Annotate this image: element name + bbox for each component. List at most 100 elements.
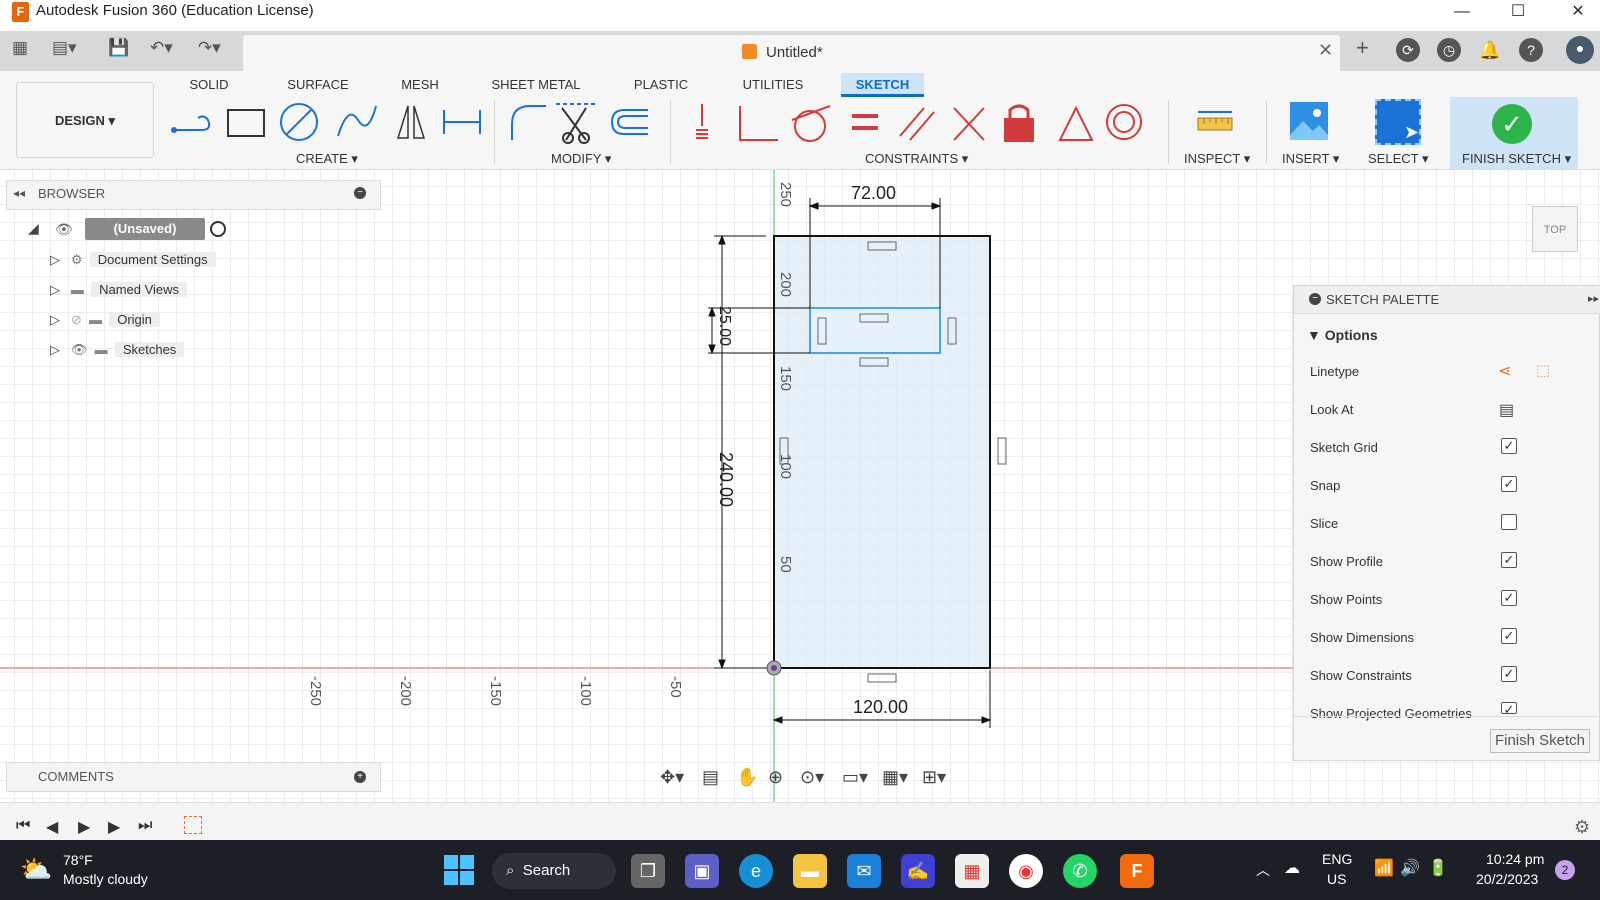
weather-temp[interactable]: 78°F (63, 852, 93, 868)
add-comment-icon[interactable]: + (354, 771, 366, 783)
workspace-design-button[interactable]: DESIGN ▾ (16, 82, 154, 158)
equal-icon[interactable] (852, 114, 878, 130)
mail-icon[interactable]: ✉ (847, 854, 881, 888)
inner-rectangle[interactable] (809, 307, 941, 354)
palette-collapse-icon[interactable]: − (1309, 293, 1321, 305)
clock-date[interactable]: 20/2/2023 (1476, 871, 1538, 887)
tab-surface[interactable]: SURFACE (282, 73, 354, 97)
finish-sketch-label[interactable]: FINISH SKETCH ▾ (1462, 151, 1571, 167)
help-icon[interactable]: ? (1519, 38, 1543, 62)
grid-settings-icon[interactable]: ▦▾ (882, 767, 908, 788)
activate-radio-icon[interactable] (210, 221, 226, 237)
notifications-icon[interactable]: 🔔 (1478, 38, 1502, 62)
redo-icon[interactable]: ↷▾ (198, 38, 221, 58)
undo-icon[interactable]: ↶▾ (150, 38, 173, 58)
show-profile-checkbox[interactable]: ✓ (1501, 552, 1517, 568)
dimension-120[interactable]: 120.00 (853, 697, 908, 718)
triangle-constraint-icon[interactable] (1058, 105, 1094, 141)
tree-item-named-views[interactable]: ▷ ▬ Named Views (50, 278, 188, 302)
palette-expand-icon[interactable]: ▸▸ (1588, 292, 1599, 305)
create-group-label[interactable]: CREATE ▾ (296, 151, 358, 167)
offset-tool-icon[interactable] (610, 109, 648, 135)
parallel-icon[interactable] (899, 107, 935, 141)
root-component[interactable]: (Unsaved) (85, 218, 205, 240)
hidden-eye-icon[interactable]: ⊘ (71, 312, 82, 327)
maximize-icon[interactable]: ☐ (1496, 0, 1540, 26)
fit-zoom-icon[interactable]: ⊙▾ (800, 767, 824, 788)
minimize-icon[interactable]: — (1440, 0, 1484, 26)
edge-icon[interactable]: e (739, 854, 773, 888)
show-dimensions-checkbox[interactable]: ✓ (1501, 628, 1517, 644)
viewports-icon[interactable]: ⊞▾ (922, 767, 946, 788)
save-icon[interactable]: 💾 (108, 38, 129, 58)
expand-arrow-icon[interactable]: ▷ (50, 282, 60, 297)
step-back-icon[interactable]: ◀ (46, 817, 58, 837)
app-grid-icon[interactable]: ▦ (12, 38, 28, 58)
task-view-icon[interactable]: ❐ (631, 854, 665, 888)
browser-collapse-icon[interactable]: − (354, 187, 366, 199)
zoom-icon[interactable]: ⊕ (768, 767, 783, 788)
windows-start-icon[interactable] (444, 855, 474, 885)
tab-plastic[interactable]: PLASTIC (632, 73, 690, 97)
tree-item-origin[interactable]: ▷ ⊘ ▬ Origin (50, 308, 160, 332)
insert-group-label[interactable]: INSERT ▾ (1282, 151, 1339, 167)
show-projected-checkbox[interactable]: ✓ (1501, 702, 1517, 714)
spline-tool-icon[interactable] (337, 105, 377, 137)
language-us[interactable]: US (1327, 871, 1346, 887)
tab-sketch[interactable]: SKETCH (841, 73, 924, 97)
tab-solid[interactable]: SOLID (182, 73, 236, 97)
job-status-icon[interactable]: ◷ (1437, 38, 1461, 62)
constraints-group-label[interactable]: CONSTRAINTS ▾ (865, 151, 968, 167)
teams-chat-icon[interactable]: ▣ (685, 854, 719, 888)
show-points-checkbox[interactable]: ✓ (1501, 590, 1517, 606)
onedrive-cloud-icon[interactable]: ☁ (1284, 858, 1300, 878)
expand-arrow-icon[interactable]: ▷ (50, 252, 60, 267)
file-icon[interactable]: ▤▾ (52, 38, 77, 58)
insert-image-icon[interactable] (1289, 101, 1329, 141)
perpendicular-cross-icon[interactable] (953, 107, 985, 141)
coincident-icon[interactable] (696, 104, 708, 139)
line-tool-icon[interactable] (171, 115, 211, 133)
microsoft-store-icon[interactable]: ▦ (955, 854, 989, 888)
expand-arrow-icon[interactable]: ▷ (50, 342, 60, 357)
pan-hand-icon[interactable]: ✋ (736, 767, 758, 788)
step-forward-icon[interactable]: ▶ (108, 817, 120, 837)
play-icon[interactable]: ▶ (78, 817, 90, 837)
snap-checkbox[interactable]: ✓ (1501, 476, 1517, 492)
rectangle-tool-icon[interactable] (227, 109, 265, 137)
tree-item-sketches[interactable]: ▷ 👁 ▬ Sketches (50, 338, 185, 362)
tab-utilities[interactable]: UTILITIES (742, 73, 804, 97)
chevron-up-icon[interactable]: ︿ (1256, 860, 1270, 880)
extensions-icon[interactable]: ⟳ (1396, 38, 1420, 62)
slice-checkbox[interactable] (1501, 514, 1517, 530)
language-eng[interactable]: ENG (1322, 851, 1352, 867)
timeline-settings-gear-icon[interactable]: ⚙ (1574, 817, 1590, 838)
volume-icon[interactable]: 🔊 (1400, 858, 1420, 878)
sketch-rectangle[interactable] (773, 235, 991, 669)
dimension-240[interactable]: 240.00 (715, 452, 736, 507)
tab-mesh[interactable]: MESH (398, 73, 442, 97)
concentric-icon[interactable] (1106, 104, 1142, 140)
weather-cloud-icon[interactable]: ⛅ (20, 854, 52, 885)
expand-arrow-icon[interactable]: ▷ (50, 312, 60, 327)
go-to-start-icon[interactable]: ⏮ (16, 817, 30, 835)
collapse-browser-icon[interactable]: ◂◂ (13, 186, 25, 200)
tree-item-document-settings[interactable]: ▷ ⚙ Document Settings (50, 248, 216, 272)
perpendicular-icon[interactable] (739, 106, 778, 141)
sketch-dimension-icon[interactable] (443, 110, 481, 134)
show-constraints-checkbox[interactable]: ✓ (1501, 666, 1517, 682)
options-section[interactable]: ▼ Options (1307, 327, 1378, 343)
dimension-25[interactable]: 25.00 (715, 306, 733, 346)
select-group-label[interactable]: SELECT ▾ (1368, 151, 1428, 167)
sketch-timeline-feature-icon[interactable] (184, 816, 202, 834)
file-explorer-icon[interactable]: ▬ (793, 854, 827, 888)
close-tab-icon[interactable]: ✕ (1318, 40, 1333, 61)
measure-icon[interactable] (1196, 108, 1236, 138)
dimension-72[interactable]: 72.00 (851, 183, 896, 204)
avatar[interactable]: ● (1566, 36, 1594, 64)
finish-sketch-button[interactable]: Finish Sketch (1490, 729, 1590, 753)
view-cube[interactable]: TOP (1532, 206, 1578, 252)
wifi-icon[interactable]: 📶 (1374, 858, 1394, 878)
fix-lock-icon[interactable] (1004, 104, 1034, 142)
tangent-icon[interactable] (791, 105, 831, 142)
